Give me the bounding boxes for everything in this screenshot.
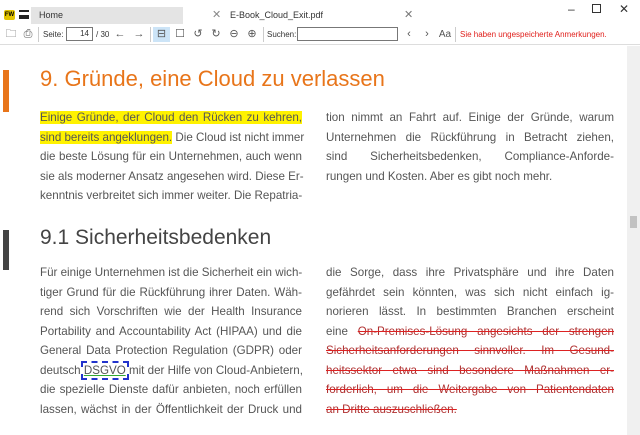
text-line: Für einige Unternehmen ist die Sicherhei… bbox=[40, 266, 303, 279]
fit-width-icon[interactable]: ⊟ bbox=[153, 27, 170, 42]
highlighted-text[interactable]: Einige Gründe, der Cloud den Rücken zu k… bbox=[40, 111, 302, 124]
rotate-left-icon[interactable]: ↺ bbox=[191, 27, 205, 42]
close-window-icon[interactable]: ✕ bbox=[619, 2, 629, 16]
pdf-page: 9. Gründe, eine Cloud zu verlassen Einig… bbox=[0, 46, 627, 435]
maximize-icon[interactable] bbox=[592, 4, 601, 13]
text-line: tiger Grund für die Rückführung ihrer Da… bbox=[40, 285, 302, 299]
zoom-out-icon[interactable]: ⊖ bbox=[227, 27, 241, 42]
chapter-heading: 9. Gründe, eine Cloud zu verlassen bbox=[40, 66, 385, 91]
next-page-icon[interactable]: → bbox=[132, 27, 146, 42]
minimize-icon[interactable]: – bbox=[568, 2, 575, 16]
fit-page-icon[interactable]: ☐ bbox=[173, 27, 187, 42]
search-previous-icon[interactable]: ‹ bbox=[403, 27, 415, 42]
unsaved-annotations-warning: Sie haben ungespeicherte Anmerkungen. bbox=[460, 30, 607, 39]
strikethrough-text[interactable]: forderlich, um die Weitergabe von Patien… bbox=[326, 380, 614, 400]
separator bbox=[455, 27, 456, 42]
app-logo-icon: FW bbox=[4, 10, 15, 20]
section-marker bbox=[3, 230, 9, 270]
text-line: norieren lässt. In bestimmten Branchen e… bbox=[326, 305, 614, 318]
text-line: Portability and Accountability Act (HIPA… bbox=[40, 324, 302, 338]
text-line: kenntnis verbreitet sich immer weiter. D… bbox=[40, 189, 303, 202]
selected-annotation[interactable]: DSGVO bbox=[80, 360, 129, 380]
strikethrough-text[interactable]: heitssektor etwa sind besondere Maßnahme… bbox=[326, 361, 614, 381]
page-total: / 30 bbox=[96, 30, 110, 39]
highlighted-text[interactable]: sind bereits angeklungen. bbox=[40, 130, 173, 144]
tab-label: Home bbox=[39, 10, 64, 20]
toolbar: 🗀 ⎙ Seite: 14 / 30 ← → ⊟ ☐ ↺ ↻ ⊖ ⊕ Suche… bbox=[0, 24, 640, 45]
tab-document[interactable]: E-Book_Cloud_Exit.pdf ✕ bbox=[222, 7, 413, 24]
close-tab-icon[interactable]: ✕ bbox=[404, 7, 413, 24]
vertical-scrollbar[interactable] bbox=[627, 46, 640, 435]
strikethrough-text[interactable]: On-Premises-Lösung angesichts der streng… bbox=[358, 325, 614, 338]
search-next-icon[interactable]: › bbox=[421, 27, 433, 42]
section-heading: 9.1 Sicherheitsbedenken bbox=[40, 226, 272, 249]
text-line: die spezielle Dienste dafür anbieten, no… bbox=[40, 383, 302, 396]
page-number-input[interactable]: 14 bbox=[66, 27, 93, 41]
text-line: Unternehmen die Rückführung in Betracht … bbox=[326, 130, 614, 144]
text-line: tion nimmt an Fahrt auf. Einige der Grün… bbox=[326, 111, 614, 124]
tab-home[interactable]: Home ✕ bbox=[31, 7, 221, 24]
text: deutsch bbox=[40, 363, 81, 377]
text-line: General Data Protection Regulation (GDPR… bbox=[40, 344, 302, 357]
previous-page-icon[interactable]: ← bbox=[113, 27, 127, 42]
section2-column1: Für einige Unternehmen ist die Sicherhei… bbox=[40, 263, 303, 419]
separator bbox=[263, 27, 264, 42]
tab-bar: FW Home ✕ E-Book_Cloud_Exit.pdf ✕ – ✕ bbox=[0, 0, 640, 24]
zoom-in-icon[interactable]: ⊕ bbox=[245, 27, 259, 42]
text-line: sind Sicherheitsbedenken, Compliance-Anf… bbox=[326, 150, 614, 163]
print-icon[interactable]: ⎙ bbox=[21, 27, 35, 42]
search-input[interactable] bbox=[297, 27, 398, 41]
strikethrough-text[interactable]: an Dritte auszuschließen. bbox=[326, 403, 457, 416]
section1-column2: tion nimmt an Fahrt auf. Einige der Grün… bbox=[326, 108, 614, 186]
text-line: rungen und Kosten. Aber es gibt noch meh… bbox=[326, 169, 553, 183]
strikethrough-text[interactable]: Sicherheitsanforderungen sinnvoller. Im … bbox=[326, 341, 614, 361]
match-case-icon[interactable]: Aa bbox=[438, 27, 452, 42]
text-line: sie als moderner Ansatz angesehen wird. … bbox=[40, 169, 304, 183]
separator bbox=[150, 27, 151, 42]
text: Die Cloud ist nicht immer bbox=[175, 130, 305, 144]
hamburger-menu-icon[interactable] bbox=[19, 10, 29, 19]
tab-label: E-Book_Cloud_Exit.pdf bbox=[230, 10, 324, 20]
page-label: Seite: bbox=[43, 30, 64, 39]
text: mit der Hilfe von Cloud-Anbietern, bbox=[128, 363, 303, 377]
section1-column1: Einige Gründe, der Cloud den Rücken zu k… bbox=[40, 108, 305, 206]
text-line: die beste Lösung für ein Unternehmen, au… bbox=[40, 150, 302, 163]
scrollbar-thumb[interactable] bbox=[630, 216, 637, 228]
close-tab-icon[interactable]: ✕ bbox=[212, 7, 221, 24]
text-line: lassen, wächst in der Öffentlichkeit der… bbox=[40, 402, 302, 416]
section-marker bbox=[3, 70, 9, 112]
rotate-right-icon[interactable]: ↻ bbox=[209, 27, 223, 42]
separator bbox=[38, 27, 39, 42]
open-folder-icon[interactable]: 🗀 bbox=[4, 27, 18, 42]
section2-column2: die Sorge, dass ihre Privatsphäre und ih… bbox=[326, 263, 614, 419]
text-line: die Sorge, dass ihre Privatsphäre und ih… bbox=[326, 266, 614, 279]
text-line: gefährdet sein könnten, was sich nicht e… bbox=[326, 285, 614, 299]
search-label: Suchen: bbox=[267, 30, 297, 39]
text-line: rend sich Vorschriften wie der Health In… bbox=[40, 305, 302, 318]
text: eine bbox=[326, 324, 348, 338]
